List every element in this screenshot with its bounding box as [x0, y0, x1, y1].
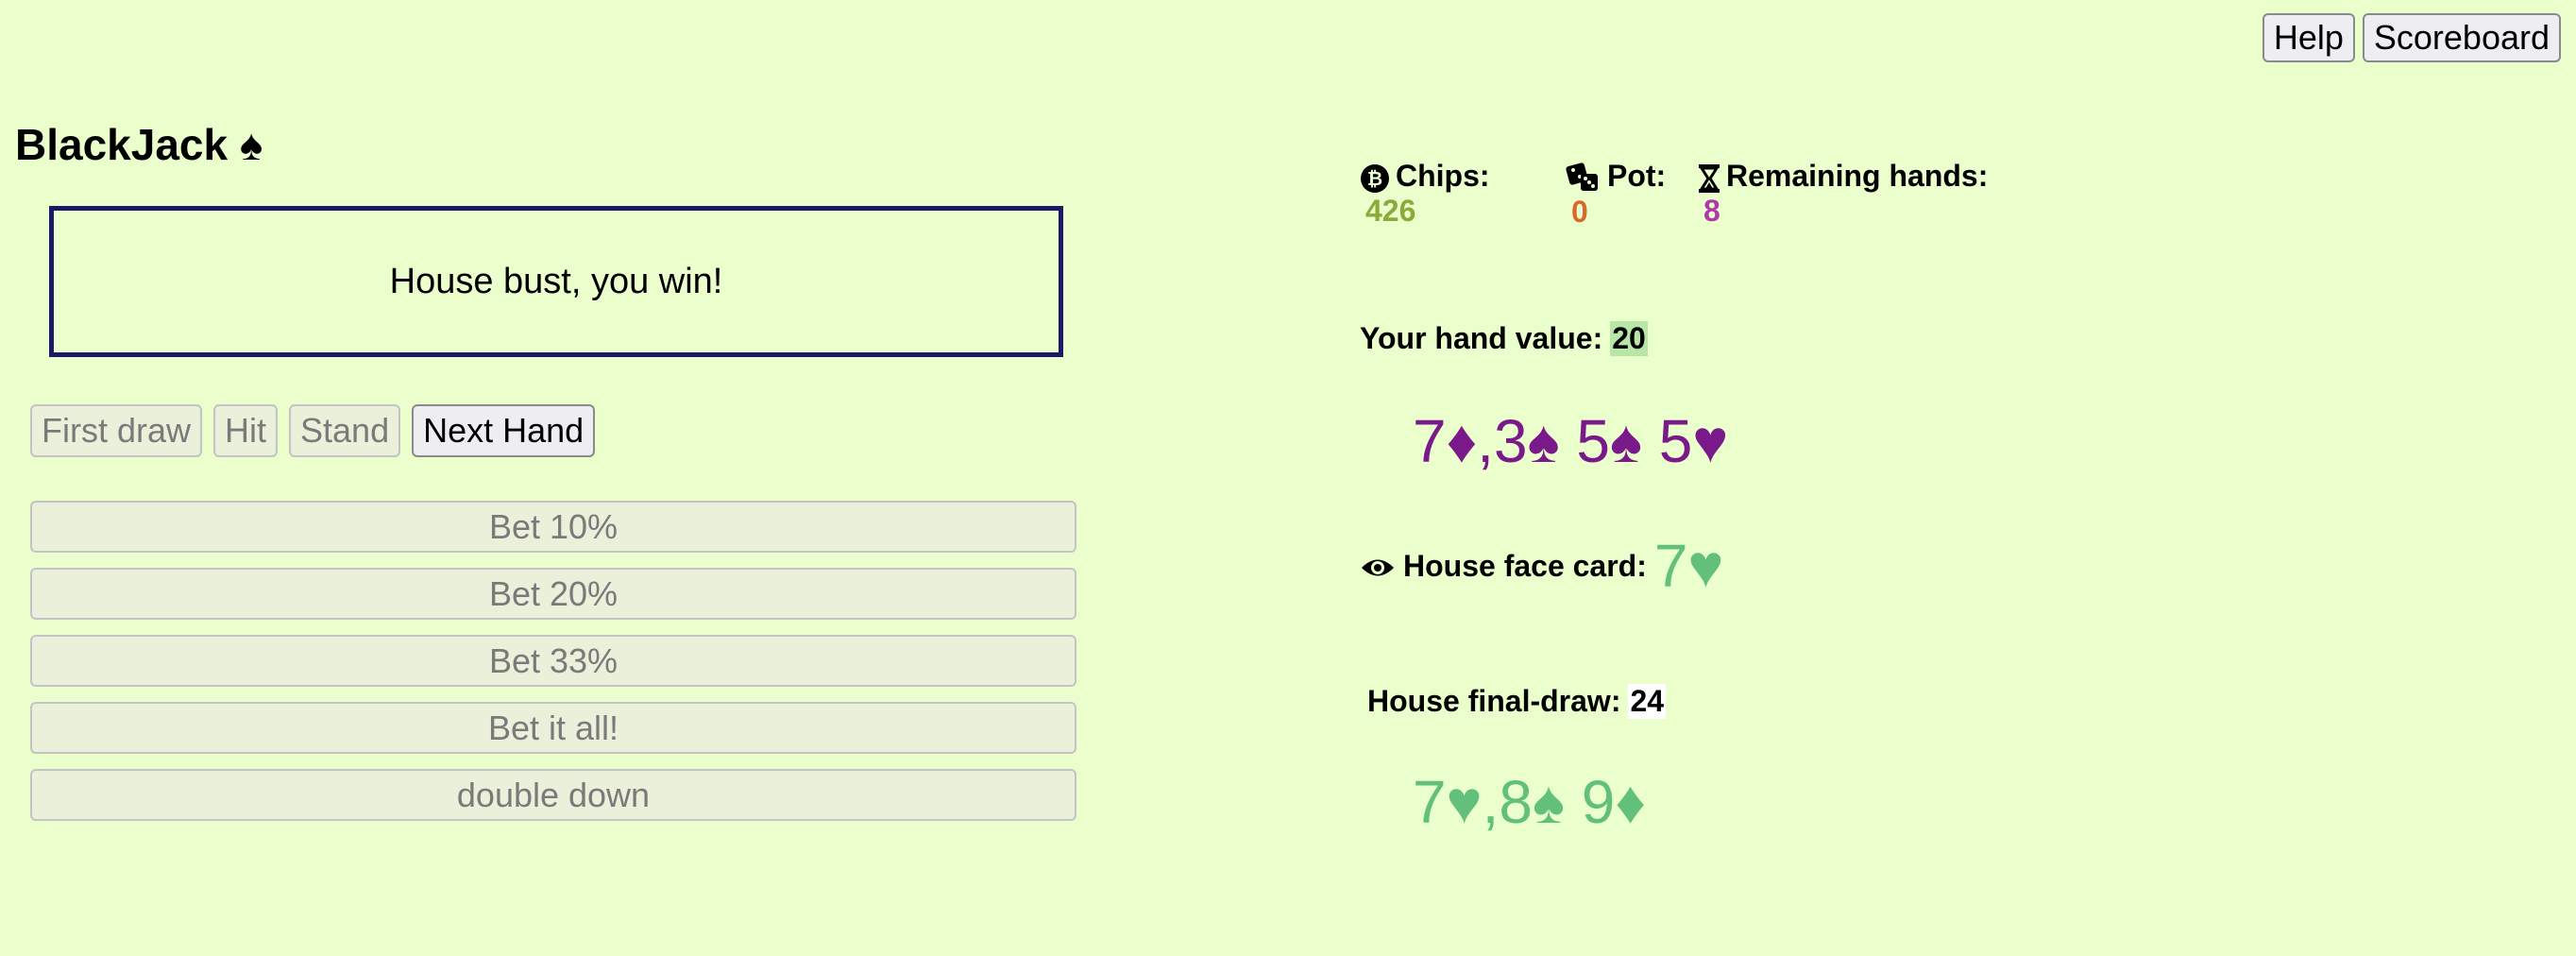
house-final-label: House final-draw:	[1367, 684, 1621, 718]
bet-33-button[interactable]: Bet 33%	[30, 635, 1076, 687]
house-face-label: House face card:	[1403, 548, 1647, 583]
chips-stat: ₿ Chips: 426	[1360, 159, 1566, 230]
pot-value: 0	[1571, 194, 1588, 229]
remaining-stat: Remaining hands: 8	[1698, 159, 1988, 230]
hand-value: 20	[1610, 321, 1648, 356]
result-message: House bust, you win!	[389, 261, 723, 301]
house-face-card: 7♥	[1653, 532, 1724, 600]
stand-button[interactable]: Stand	[289, 404, 401, 457]
top-bar: Help Scoreboard	[2262, 13, 2561, 62]
svg-text:₿: ₿	[1367, 167, 1382, 190]
double-down-button[interactable]: double down	[30, 769, 1076, 821]
dice-icon	[1566, 159, 1602, 195]
game-controls: First draw Hit Stand Next Hand	[30, 404, 596, 457]
house-face-line: House face card: 7♥	[1360, 531, 1723, 601]
pot-label: Pot:	[1607, 159, 1667, 194]
help-button[interactable]: Help	[2262, 13, 2355, 62]
result-message-box: House bust, you win!	[49, 206, 1063, 357]
house-cards: 7♥,8♠ 9♦	[1413, 768, 1646, 836]
bet-10-button[interactable]: Bet 10%	[30, 501, 1076, 553]
house-final-line: House final-draw: 24	[1367, 684, 1667, 719]
bet-all-button[interactable]: Bet it all!	[30, 702, 1076, 754]
house-final-value: 24	[1628, 684, 1667, 719]
remaining-label: Remaining hands:	[1726, 159, 1989, 193]
scoreboard-button[interactable]: Scoreboard	[2362, 13, 2561, 62]
chips-value: 426	[1365, 194, 1416, 228]
hourglass-icon	[1698, 159, 1720, 194]
player-cards: 7♦,3♠ 5♠ 5♥	[1413, 407, 1729, 475]
hand-value-label: Your hand value:	[1360, 321, 1603, 355]
remaining-value: 8	[1703, 194, 1720, 228]
next-hand-button[interactable]: Next Hand	[412, 404, 596, 457]
page-title: BlackJack ♠	[15, 120, 263, 169]
first-draw-button[interactable]: First draw	[30, 404, 203, 457]
chips-label: Chips:	[1396, 159, 1490, 193]
eye-icon	[1360, 549, 1396, 584]
hit-button[interactable]: Hit	[213, 404, 279, 457]
bet-options: Bet 10% Bet 20% Bet 33% Bet it all! doub…	[30, 501, 1076, 836]
stats-panel: ₿ Chips: 426 Pot: 0 Remaining hands: 8	[1360, 159, 1988, 230]
bitcoin-coin-icon: ₿	[1360, 159, 1390, 194]
pot-stat: Pot: 0	[1566, 159, 1698, 230]
bet-20-button[interactable]: Bet 20%	[30, 568, 1076, 620]
hand-value-line: Your hand value: 20	[1360, 321, 1648, 356]
